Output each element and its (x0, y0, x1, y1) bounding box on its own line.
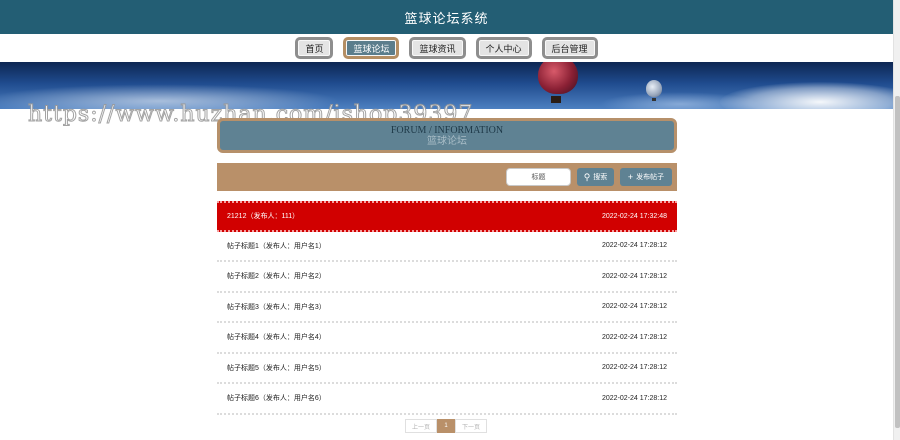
section-header: FORUM / INFORMATION 篮球论坛 (217, 118, 677, 153)
balloon-basket (652, 98, 656, 101)
post-row[interactable]: 21212（发布人：111） 2022-02-24 17:32:48 (217, 201, 677, 232)
post-time: 2022-02-24 17:32:48 (602, 212, 667, 220)
new-post-button-label: 发布帖子 (636, 174, 665, 181)
search-button-label: 搜索 (593, 174, 608, 181)
main-nav: 首页 篮球论坛 篮球资讯 个人中心 后台管理 (0, 34, 893, 62)
nav-item-news[interactable]: 篮球资讯 (409, 37, 466, 59)
section-title-cn: 篮球论坛 (427, 135, 467, 147)
scrollbar-thumb[interactable] (895, 96, 900, 428)
post-row[interactable]: 帖子标题2（发布人：用户名2） 2022-02-24 17:28:12 (217, 262, 677, 293)
post-row[interactable]: 帖子标题1（发布人：用户名1） 2022-02-24 17:28:12 (217, 232, 677, 262)
hot-air-balloon (646, 80, 662, 97)
post-row[interactable]: 帖子标题4（发布人：用户名4） 2022-02-24 17:28:12 (217, 323, 677, 354)
post-time: 2022-02-24 17:28:12 (602, 364, 667, 372)
hot-air-balloon (538, 62, 578, 94)
site-title: 篮球论坛系统 (404, 10, 489, 26)
search-toolbar: ⚲ 搜索 + 发布帖子 (217, 163, 677, 191)
new-post-button[interactable]: + 发布帖子 (620, 168, 672, 186)
pagination: 上一页 1 下一页 (405, 419, 487, 433)
banner-cloud (720, 82, 893, 109)
top-header: 篮球论坛系统 (0, 0, 893, 34)
post-title: 帖子标题5（发布人：用户名5） (227, 364, 326, 372)
post-title: 21212（发布人：111） (227, 213, 300, 221)
nav-item-profile[interactable]: 个人中心 (475, 37, 532, 59)
post-time: 2022-02-24 17:28:12 (602, 333, 667, 341)
nav-item-home[interactable]: 首页 (295, 37, 334, 59)
nav-item-admin[interactable]: 后台管理 (541, 37, 598, 59)
post-time: 2022-02-24 17:28:12 (602, 272, 667, 280)
post-title: 帖子标题1（发布人：用户名1） (227, 242, 326, 250)
current-page-button[interactable]: 1 (437, 419, 455, 433)
balloon-basket (551, 96, 561, 103)
section-title-en: FORUM / INFORMATION (390, 124, 504, 136)
post-time: 2022-02-24 17:28:12 (602, 242, 667, 250)
page: 篮球论坛系统 首页 篮球论坛 篮球资讯 个人中心 后台管理 https://ww… (0, 0, 900, 440)
post-title: 帖子标题3（发布人：用户名3） (227, 303, 326, 311)
search-input[interactable] (506, 168, 571, 186)
post-row[interactable]: 帖子标题5（发布人：用户名5） 2022-02-24 17:28:12 (217, 354, 677, 384)
post-time: 2022-02-24 17:28:12 (602, 394, 667, 402)
nav-item-forum[interactable]: 篮球论坛 (343, 37, 400, 59)
post-row[interactable]: 帖子标题3（发布人：用户名3） 2022-02-24 17:28:12 (217, 293, 677, 323)
next-page-button[interactable]: 下一页 (455, 419, 487, 433)
search-icon: ⚲ (583, 171, 591, 182)
search-button[interactable]: ⚲ 搜索 (577, 168, 614, 186)
prev-page-button[interactable]: 上一页 (405, 419, 437, 433)
post-time: 2022-02-24 17:28:12 (602, 303, 667, 311)
post-title: 帖子标题4（发布人：用户名4） (227, 334, 326, 342)
post-title: 帖子标题6（发布人：用户名6） (227, 395, 326, 403)
post-row[interactable]: 帖子标题6（发布人：用户名6） 2022-02-24 17:28:12 (217, 384, 677, 415)
post-list: 21212（发布人：111） 2022-02-24 17:32:48 帖子标题1… (217, 201, 677, 415)
post-title: 帖子标题2（发布人：用户名2） (227, 273, 326, 281)
plus-icon: + (627, 171, 634, 182)
vertical-scrollbar[interactable] (893, 0, 900, 440)
